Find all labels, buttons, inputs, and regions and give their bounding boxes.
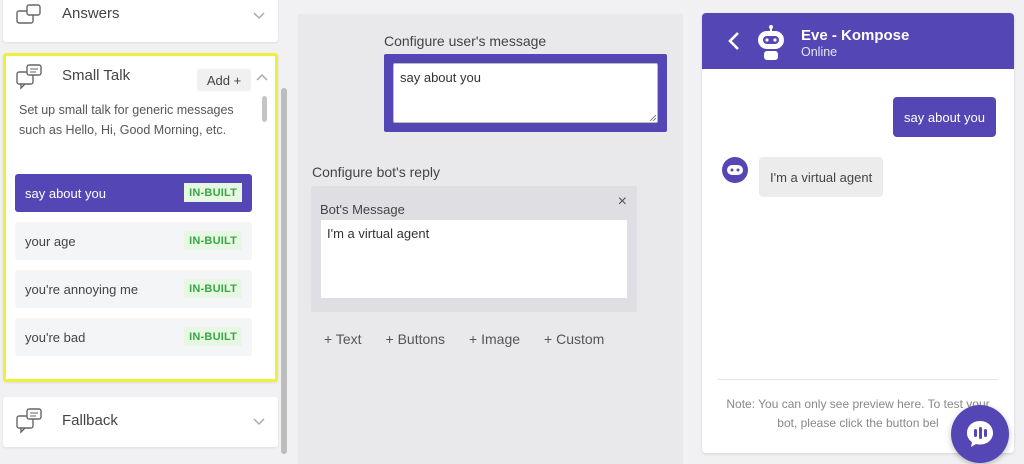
add-custom-button[interactable]: + Custom	[544, 331, 604, 347]
user-message-bubble: say about you	[893, 97, 996, 137]
left-panel: Answers Small Talk Add + Set up small ta…	[0, 0, 292, 464]
resize-handle-icon[interactable]	[649, 114, 656, 121]
add-buttons-button[interactable]: + Buttons	[386, 331, 446, 347]
in-built-badge: IN-BUILT	[184, 231, 242, 250]
configure-panel: Configure user's message say about you C…	[298, 14, 683, 464]
small-talk-title: Small Talk	[62, 67, 131, 84]
chat-bubbles-icon	[16, 408, 42, 434]
add-image-button[interactable]: + Image	[469, 331, 520, 347]
user-message-input[interactable]: say about you	[393, 63, 658, 123]
bot-reply-label: Configure bot's reply	[312, 164, 440, 180]
chat-header: Eve - Kompose Online	[702, 13, 1014, 69]
preview-note: Note: You can only see preview here. To …	[726, 397, 990, 430]
small-talk-item-label: you're annoying me	[25, 281, 139, 297]
add-response-options: + Text + Buttons + Image + Custom	[324, 331, 604, 347]
user-message-label: Configure user's message	[384, 33, 547, 49]
bot-avatar-icon	[758, 25, 784, 60]
in-built-badge: IN-BUILT	[184, 183, 242, 202]
fallback-card-title: Fallback	[62, 412, 118, 429]
chat-launcher-button[interactable]	[951, 405, 1009, 463]
left-panel-scrollbar[interactable]	[281, 88, 287, 454]
close-icon[interactable]: ×	[618, 193, 627, 211]
fallback-card[interactable]: Fallback	[3, 397, 278, 447]
small-talk-item-your-age[interactable]: your age IN-BUILT	[15, 222, 252, 260]
chat-bubbles-icon	[16, 64, 42, 90]
chat-bubbles-icon	[16, 4, 41, 24]
chevron-up-icon[interactable]	[256, 73, 268, 81]
bot-status: Online	[801, 45, 838, 59]
small-talk-item-label: say about you	[25, 185, 106, 201]
description-scrollbar[interactable]	[262, 96, 267, 122]
bot-avatar-icon	[722, 157, 748, 183]
in-built-badge: IN-BUILT	[184, 327, 242, 346]
add-small-talk-button[interactable]: Add +	[197, 69, 251, 91]
chat-preview: Eve - Kompose Online say about you I'm a…	[702, 13, 1014, 453]
bot-name: Eve - Kompose	[801, 27, 910, 44]
chat-icon	[967, 421, 993, 447]
bot-message-card: Bot's Message × I'm a virtual agent	[311, 186, 637, 312]
small-talk-item-label: you're bad	[25, 329, 86, 345]
answers-card-title: Answers	[62, 5, 120, 22]
in-built-badge: IN-BUILT	[184, 279, 242, 298]
bot-message-bubble: I'm a virtual agent	[759, 157, 884, 197]
bot-message-input[interactable]: I'm a virtual agent	[321, 220, 627, 298]
answers-card[interactable]: Answers	[3, 0, 278, 42]
user-message-box: say about you	[384, 54, 667, 132]
small-talk-item-youre-bad[interactable]: you're bad IN-BUILT	[15, 318, 252, 356]
chevron-down-icon[interactable]	[253, 418, 265, 426]
chevron-down-icon[interactable]	[253, 12, 265, 20]
add-text-button[interactable]: + Text	[324, 331, 362, 347]
small-talk-card: Small Talk Add + Set up small talk for g…	[3, 53, 278, 382]
divider	[718, 379, 998, 380]
back-chevron-icon[interactable]	[727, 31, 741, 51]
small-talk-item-say-about-you[interactable]: say about you IN-BUILT	[15, 174, 252, 212]
small-talk-description: Set up small talk for generic messages s…	[19, 103, 234, 137]
small-talk-item-label: your age	[25, 233, 76, 249]
small-talk-item-youre-annoying-me[interactable]: you're annoying me IN-BUILT	[15, 270, 252, 308]
bot-message-title: Bot's Message	[320, 202, 405, 217]
